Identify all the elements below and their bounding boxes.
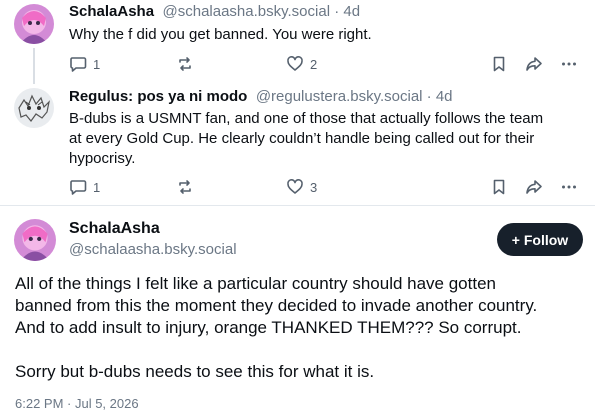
reply-1-header: SchalaAsha @schalaasha.bsky.social · 4d	[69, 3, 360, 21]
more-icon	[560, 55, 578, 73]
bookmark-button[interactable]	[490, 55, 508, 73]
thread-line	[33, 48, 35, 84]
like-count: 2	[310, 56, 318, 72]
repost-button[interactable]	[176, 178, 194, 196]
repost-button[interactable]	[176, 55, 194, 73]
follow-button[interactable]: + Follow	[497, 223, 583, 256]
more-options-button[interactable]	[560, 55, 578, 73]
more-icon	[560, 178, 578, 196]
share-icon	[525, 178, 543, 196]
main-post-text: All of the things I felt like a particul…	[15, 273, 585, 383]
author-handle-time[interactable]: @schalaasha.bsky.social · 4d	[163, 3, 361, 20]
reply-button[interactable]: 1	[69, 178, 100, 196]
repost-icon	[176, 178, 194, 196]
avatar-schalaasha-main[interactable]	[14, 219, 56, 261]
avatar-schalaasha[interactable]	[14, 4, 54, 44]
reply-2-text: B-dubs is a USMNT fan, and one of those …	[69, 109, 589, 169]
share-button[interactable]	[525, 178, 543, 196]
reply-1-text: Why the f did you get banned. You were r…	[69, 26, 372, 43]
reply-icon	[69, 178, 87, 196]
text-line: Sorry but b-dubs needs to see this for w…	[15, 362, 375, 381]
author-name[interactable]: SchalaAsha	[69, 3, 154, 20]
share-icon	[525, 55, 543, 73]
like-count: 3	[310, 179, 318, 195]
like-button[interactable]: 2	[286, 55, 317, 73]
post-timestamp[interactable]: 6:22 PM · Jul 5, 2026	[15, 396, 139, 411]
main-author-name[interactable]: SchalaAsha	[69, 220, 160, 238]
repost-icon	[176, 55, 194, 73]
like-icon	[286, 178, 304, 196]
bookmark-button[interactable]	[490, 178, 508, 196]
reply-icon	[69, 55, 87, 73]
reply-count: 1	[93, 179, 101, 195]
divider	[0, 205, 595, 206]
reply-count: 1	[93, 56, 101, 72]
reply-2-header: Regulus: pos ya ni modo @regulustera.bsk…	[69, 88, 453, 106]
text-line	[15, 339, 585, 361]
like-button[interactable]: 3	[286, 178, 317, 196]
bookmark-icon	[490, 55, 508, 73]
avatar-regulus[interactable]	[14, 88, 54, 128]
more-options-button[interactable]	[560, 178, 578, 196]
author-handle-time[interactable]: @regulustera.bsky.social · 4d	[256, 88, 453, 105]
like-icon	[286, 55, 304, 73]
text-line: at every Gold Cup. He clearly couldn’t h…	[69, 130, 535, 147]
reply-button[interactable]: 1	[69, 55, 100, 73]
bookmark-icon	[490, 178, 508, 196]
share-button[interactable]	[525, 55, 543, 73]
text-line: All of the things I felt like a particul…	[15, 274, 496, 293]
text-line: And to add insult to injury, orange THAN…	[15, 318, 522, 337]
text-line: hypocrisy.	[69, 150, 136, 167]
text-line: banned from this the moment they decided…	[15, 296, 538, 315]
author-name[interactable]: Regulus: pos ya ni modo	[69, 88, 247, 105]
main-author-handle[interactable]: @schalaasha.bsky.social	[69, 241, 237, 258]
text-line: B-dubs is a USMNT fan, and one of those …	[69, 110, 544, 127]
